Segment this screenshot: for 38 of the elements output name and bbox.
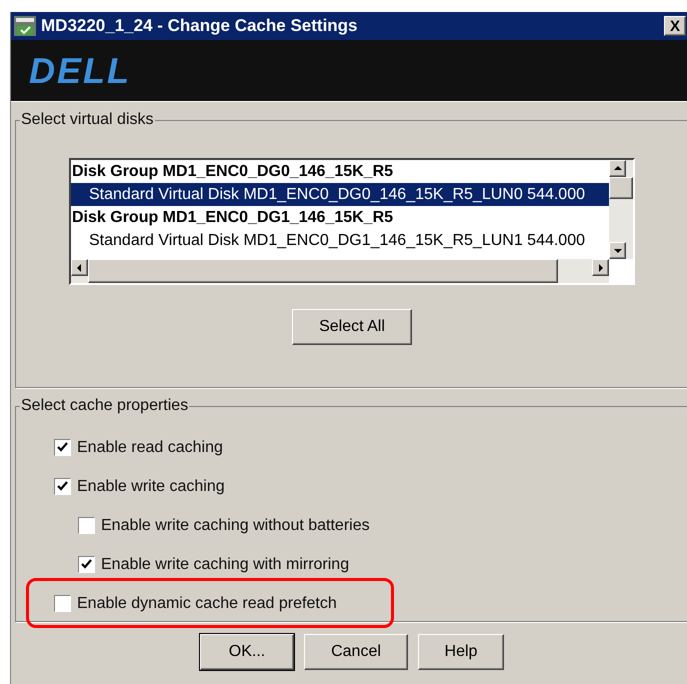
scroll-left-button[interactable] [71,259,88,276]
group-legend: Select virtual disks [20,108,154,132]
close-button[interactable]: X [664,16,686,36]
check-icon [81,559,92,570]
arrow-right-icon [596,264,604,272]
scroll-down-button[interactable] [609,242,626,259]
virtual-disk-list[interactable]: Disk Group MD1_ENC0_DG0_146_15K_R5 Standard Virtual Disk MD1_ENC0_DG0_146_15K_R5_LUN0 544.000 Disk Group MD1_ENC0_DG1_146_15K_R5 Standard Virtual Disk MD1_ENC0_DG1_146_15K_R5_LUN1 544.000 [69,158,635,285]
checkbox[interactable] [78,556,95,573]
dell-logo: DELL [29,52,131,88]
checkbox-label: Enable read caching [77,438,223,458]
checkbox[interactable] [78,517,95,534]
checkbox[interactable] [54,595,71,612]
disk-group-item[interactable]: Disk Group MD1_ENC0_DG0_146_15K_R5 [71,160,609,183]
check-icon [57,442,68,453]
scroll-thumb[interactable] [609,177,633,199]
dialog-button[interactable]: Cancel [304,634,408,670]
dialog-button[interactable]: OK... [200,634,294,670]
checkbox[interactable] [54,478,71,495]
dialog-button[interactable]: Help [418,634,504,670]
window-title: MD3220_1_24 - Change Cache Settings [41,15,359,38]
checkbox-label: Enable write caching with mirroring [101,554,350,574]
arrow-left-icon [76,264,84,272]
checkbox-label: Enable write caching without batteries [101,516,370,536]
group-legend: Select cache properties [20,394,190,418]
virtual-disk-item[interactable]: Standard Virtual Disk MD1_ENC0_DG1_146_15K_R5_LUN1 544.000 [71,229,609,252]
checkbox[interactable] [54,439,71,456]
storage-check-icon [13,14,37,38]
checkbox-label: Enable dynamic cache read prefetch [77,594,337,614]
virtual-disk-item[interactable]: Standard Virtual Disk MD1_ENC0_DG0_146_15K_R5_LUN0 544.000 [71,183,609,206]
arrow-down-icon [614,246,622,254]
vertical-scrollbar[interactable] [609,160,633,259]
arrow-up-icon [614,164,622,172]
checkbox-label: Enable write caching [77,476,225,496]
check-icon [57,481,68,492]
scroll-right-button[interactable] [592,259,609,276]
disk-group-item[interactable]: Disk Group MD1_ENC0_DG1_146_15K_R5 [71,206,609,229]
scroll-up-button[interactable] [609,160,626,177]
select-all-button[interactable]: Select All [292,309,412,345]
